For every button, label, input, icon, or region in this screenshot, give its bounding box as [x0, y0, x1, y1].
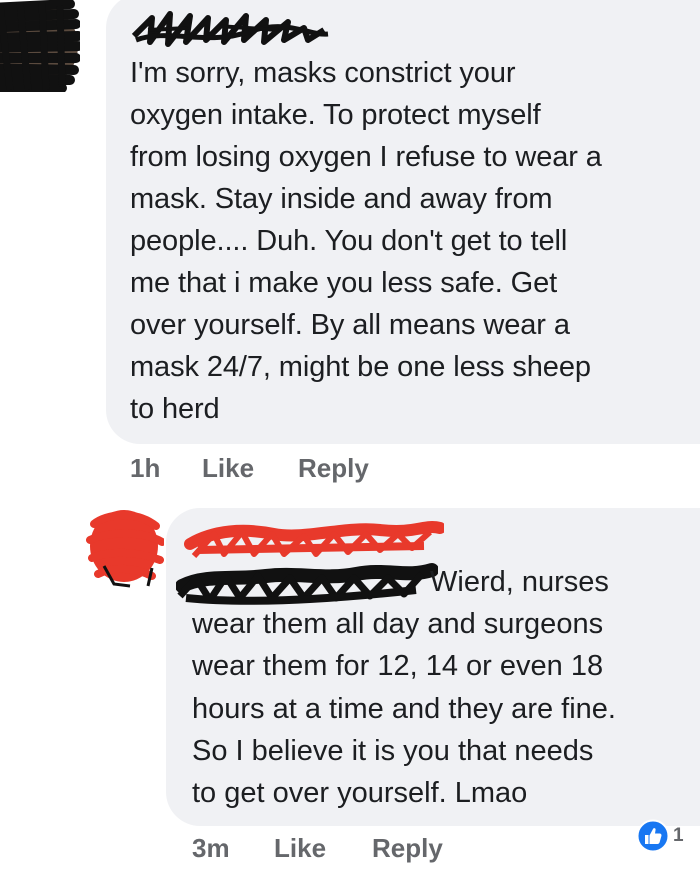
- comment-line: people.... Duh. You don't get to tell: [130, 225, 568, 257]
- comment-actions: 1h Like Reply: [130, 448, 369, 488]
- comment-thread: I'm sorry, masks constrict your oxygen i…: [0, 0, 700, 895]
- reaction-summary[interactable]: 1: [636, 818, 684, 854]
- like-button[interactable]: Like: [274, 833, 372, 864]
- avatar-icon[interactable]: [108, 884, 154, 895]
- comment-line: Wierd, nurses: [430, 566, 609, 598]
- comment-line: oxygen intake. To protect myself: [130, 99, 541, 131]
- reply-text: Wierd, nurses wear them all day and surg…: [192, 561, 692, 814]
- comment-timestamp[interactable]: 3m: [192, 833, 274, 864]
- thumbs-up-icon: [636, 819, 670, 853]
- comment-line: mask. Stay inside and away from: [130, 183, 553, 215]
- comment-line: mask 24/7, might be one less sheep: [130, 351, 591, 383]
- redacted-author-name[interactable]: [128, 6, 338, 50]
- comment-line: to herd: [130, 393, 220, 425]
- reaction-count: 1: [673, 825, 684, 846]
- comment-line: from losing oxygen I refuse to wear a: [130, 141, 602, 173]
- reply-button[interactable]: Reply: [372, 833, 443, 864]
- redacted-author-name[interactable]: [184, 516, 444, 562]
- redacted-avatar-icon[interactable]: [86, 506, 164, 588]
- comment-text: I'm sorry, masks constrict your oxygen i…: [130, 52, 690, 430]
- like-button[interactable]: Like: [202, 453, 298, 484]
- reply-button[interactable]: Reply: [298, 453, 369, 484]
- comment-line: wear them all day and surgeons: [192, 608, 604, 641]
- comment-line: hours at a time and they are fine.: [192, 692, 616, 725]
- comment-line: me that i make you less safe. Get: [130, 267, 558, 299]
- comment-line: to get over yourself. Lmao: [192, 777, 528, 810]
- comment-timestamp[interactable]: 1h: [130, 453, 202, 484]
- comment-line: over yourself. By all means wear a: [130, 309, 570, 341]
- comment-line: I'm sorry, masks constrict your: [130, 57, 516, 89]
- comment-line: wear them for 12, 14 or even 18: [192, 650, 604, 683]
- comment-line: So I believe it is you that needs: [192, 734, 594, 767]
- redacted-avatar-icon[interactable]: [0, 0, 80, 92]
- reply-actions: 3m Like Reply: [192, 828, 443, 868]
